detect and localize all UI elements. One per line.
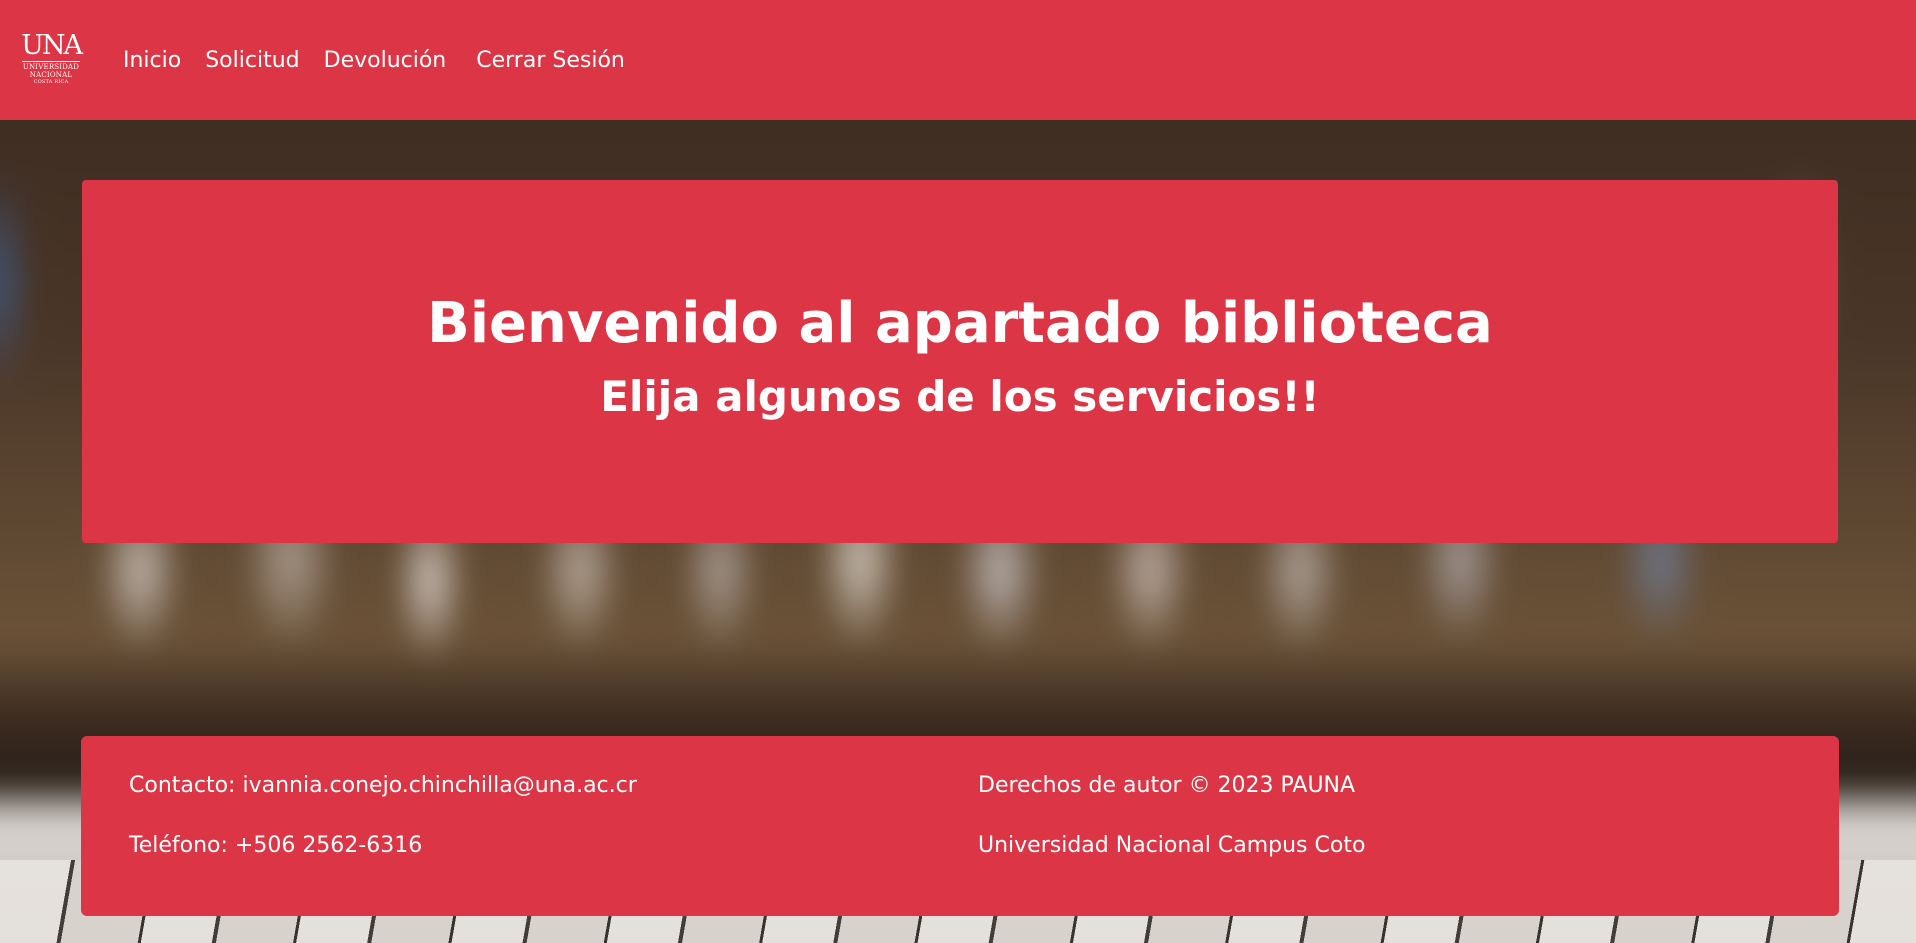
footer-info-column: Derechos de autor © 2023 PAUNA Universid… <box>978 771 1365 891</box>
footer-phone: Teléfono: +506 2562-6316 <box>129 833 423 858</box>
logo-line-3: COSTA RICA <box>33 79 69 85</box>
nav-cerrar-sesion-link[interactable]: Cerrar Sesión <box>476 48 625 73</box>
welcome-title: Bienvenido al apartado biblioteca <box>427 291 1493 356</box>
footer: Contacto: ivannia.conejo.chinchilla@una.… <box>81 736 1839 916</box>
footer-copyright: Derechos de autor © 2023 PAUNA <box>978 773 1356 798</box>
nav-solicitud-link[interactable]: Solicitud <box>205 48 299 73</box>
logo-text: UNA <box>21 30 83 61</box>
nav-devolucion-link[interactable]: Devolución <box>324 48 447 73</box>
main-nav: Inicio Solicitud Devolución Cerrar Sesió… <box>123 48 649 73</box>
welcome-card: Bienvenido al apartado biblioteca Elija … <box>82 180 1838 543</box>
logo-line-1: UNIVERSIDAD <box>22 63 80 71</box>
footer-campus: Universidad Nacional Campus Coto <box>978 833 1366 858</box>
footer-contact-column: Contacto: ivannia.conejo.chinchilla@una.… <box>129 771 637 891</box>
una-logo[interactable]: UNA UNIVERSIDAD NACIONAL COSTA RICA <box>21 30 83 88</box>
logo-line-2: NACIONAL <box>29 71 73 79</box>
nav-inicio-link[interactable]: Inicio <box>123 48 181 73</box>
footer-contact-email: Contacto: ivannia.conejo.chinchilla@una.… <box>129 773 637 798</box>
welcome-subtitle: Elija algunos de los servicios!! <box>600 372 1320 421</box>
navbar: UNA UNIVERSIDAD NACIONAL COSTA RICA Inic… <box>0 0 1916 120</box>
